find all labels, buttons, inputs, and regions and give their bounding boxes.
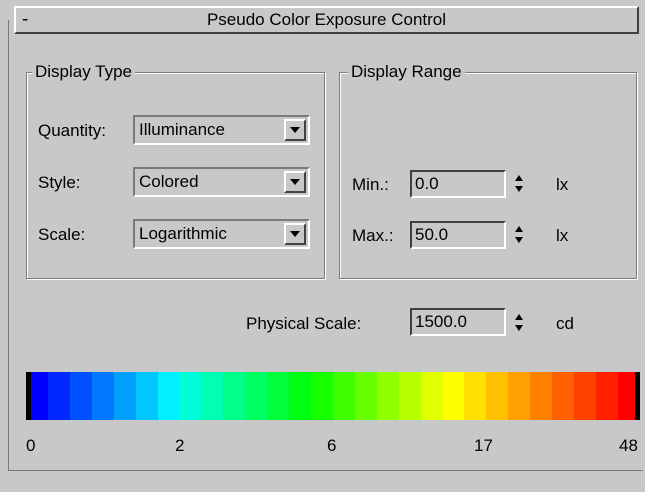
spinner-up-icon[interactable] — [515, 314, 523, 320]
color-bar-cell — [223, 372, 246, 420]
physical-scale-unit: cd — [556, 314, 574, 333]
scale-label: Scale: — [38, 225, 86, 244]
max-label: Max.: — [352, 226, 394, 245]
style-label: Style: — [38, 173, 81, 192]
color-bar-cell — [464, 372, 487, 420]
color-bar-cell — [530, 372, 553, 420]
quantity-dropdown[interactable]: Illuminance — [133, 115, 310, 145]
tick-label: 48 — [619, 436, 638, 455]
physical-scale-label: Physical Scale: — [246, 314, 362, 333]
min-unit: lx — [556, 175, 569, 194]
tick-label: 17 — [474, 436, 493, 455]
min-spinner[interactable] — [513, 172, 527, 196]
color-bar-cell — [135, 372, 158, 420]
color-bar — [26, 372, 640, 420]
scale-dropdown[interactable]: Logarithmic — [133, 219, 310, 249]
spinner-up-icon[interactable] — [515, 226, 523, 232]
color-bar-right-cap — [635, 372, 640, 420]
spinner-down-icon[interactable] — [515, 325, 523, 331]
color-bar-cell — [157, 372, 180, 420]
chevron-down-icon[interactable] — [284, 171, 306, 193]
spinner-up-icon[interactable] — [515, 175, 523, 181]
quantity-value: Illuminance — [139, 120, 225, 139]
min-label: Min.: — [352, 175, 389, 194]
style-value: Colored — [139, 172, 199, 191]
color-bar-cell — [552, 372, 575, 420]
physical-scale-input[interactable]: 1500.0 — [410, 308, 506, 336]
chevron-down-icon[interactable] — [284, 119, 306, 141]
max-spinner[interactable] — [513, 223, 527, 247]
color-bar-cell — [574, 372, 596, 420]
max-input[interactable]: 50.0 — [410, 221, 506, 249]
color-bar-cell — [354, 372, 377, 420]
color-bar-cell — [508, 372, 531, 420]
chevron-down-icon[interactable] — [284, 223, 306, 245]
color-bar-cell — [179, 372, 202, 420]
quantity-label: Quantity: — [38, 121, 107, 140]
color-bar-cell — [376, 372, 399, 420]
max-unit: lx — [556, 226, 569, 245]
color-bar-cell — [201, 372, 224, 420]
spinner-down-icon[interactable] — [515, 186, 523, 192]
color-bar-cell — [69, 372, 92, 420]
physical-scale-spinner[interactable] — [513, 311, 527, 335]
color-bar-cell — [486, 372, 509, 420]
color-bar-cell — [595, 372, 618, 420]
color-bar-left-cap — [26, 372, 31, 420]
color-bar-cell — [91, 372, 114, 420]
color-bar-cell — [332, 372, 355, 420]
scale-value: Logarithmic — [139, 224, 227, 243]
color-bar-cell — [289, 372, 311, 420]
color-bar-cell — [245, 372, 268, 420]
color-bar-cell — [398, 372, 421, 420]
color-bar-cell — [267, 372, 290, 420]
color-bar-cell — [47, 372, 70, 420]
min-input[interactable]: 0.0 — [410, 170, 506, 198]
display-range-title: Display Range — [348, 61, 465, 83]
color-bar-cell — [113, 372, 136, 420]
min-value: 0.0 — [415, 174, 439, 193]
color-bar-cell — [442, 372, 465, 420]
spinner-down-icon[interactable] — [515, 237, 523, 243]
tick-label: 6 — [327, 436, 337, 455]
max-value: 50.0 — [415, 225, 449, 244]
tick-label: 0 — [26, 436, 36, 455]
style-dropdown[interactable]: Colored — [133, 167, 310, 197]
rollout-header[interactable]: - Pseudo Color Exposure Control — [14, 6, 639, 34]
physical-scale-value: 1500.0 — [415, 312, 467, 331]
tick-label: 2 — [175, 436, 185, 455]
rollout-title: Pseudo Color Exposure Control — [206, 10, 447, 29]
color-bar-cell — [310, 372, 333, 420]
display-type-title: Display Type — [32, 61, 136, 83]
color-bar-cell — [420, 372, 443, 420]
